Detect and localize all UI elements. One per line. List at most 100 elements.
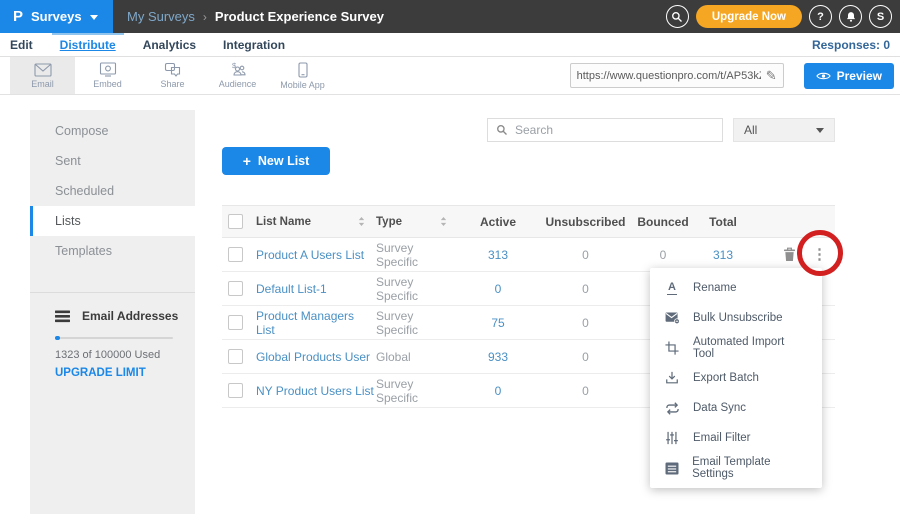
list-filter-dropdown[interactable]: All: [733, 118, 835, 142]
menu-item-automated-import-tool[interactable]: Automated Import Tool: [650, 333, 822, 363]
upgrade-now-button[interactable]: Upgrade Now: [696, 5, 802, 28]
bounced-count[interactable]: 0: [633, 248, 693, 262]
table-row: Product A Users List Survey Specific 313…: [222, 238, 835, 272]
row-actions-kebab-menu[interactable]: ⋮: [812, 247, 827, 262]
unsubscribed-count[interactable]: 0: [538, 384, 633, 398]
usage-text: 1323 of 100000 Used: [55, 349, 179, 361]
unsubscribed-count[interactable]: 0: [538, 282, 633, 296]
embed-monitor-icon: [99, 62, 117, 77]
total-count[interactable]: 313: [693, 248, 753, 262]
share-chat-bubbles-icon: [164, 62, 182, 77]
sort-icon[interactable]: [439, 216, 448, 227]
new-list-button[interactable]: + New List: [222, 147, 330, 175]
toolbar-item-share[interactable]: Share: [140, 57, 205, 94]
tab-edit[interactable]: Edit: [10, 33, 33, 56]
sidebar-item-lists[interactable]: Lists: [30, 206, 195, 236]
filter-selected-value: All: [744, 123, 757, 137]
header-actions: Upgrade Now ? S: [666, 5, 892, 28]
sidebar-item-compose[interactable]: Compose: [30, 116, 195, 146]
surveys-product-menu[interactable]: P Surveys: [0, 0, 113, 33]
edit-url-pencil-icon[interactable]: ✎: [766, 68, 777, 84]
menu-item-data-sync[interactable]: Data Sync: [650, 393, 822, 423]
email-sidebar: Compose Sent Scheduled Lists Templates E…: [30, 110, 195, 514]
list-name-link[interactable]: Product Managers List: [256, 309, 376, 337]
list-search-input[interactable]: [515, 123, 714, 137]
menu-label: Email Template Settings: [692, 456, 808, 480]
help-icon[interactable]: ?: [809, 5, 832, 28]
eye-icon: [816, 71, 831, 81]
product-menu-label: Surveys: [31, 9, 82, 24]
menu-item-email-template-settings[interactable]: Email Template Settings: [650, 453, 822, 483]
unsubscribed-count[interactable]: 0: [538, 350, 633, 364]
list-name-link[interactable]: Product A Users List: [256, 248, 376, 262]
column-bounced: Bounced: [633, 215, 693, 229]
toolbar-label-email: Email: [31, 79, 54, 89]
menu-label: Data Sync: [693, 402, 746, 414]
responses-count[interactable]: Responses: 0: [812, 38, 890, 52]
list-actions-context-menu: A Rename Bulk Unsubscribe Automated Impo…: [650, 268, 822, 488]
survey-url-input[interactable]: [577, 70, 761, 82]
active-count[interactable]: 75: [458, 316, 538, 330]
tab-distribute[interactable]: Distribute: [60, 33, 116, 56]
chevron-down-icon: [90, 15, 98, 20]
toolbar-item-embed[interactable]: Embed: [75, 57, 140, 94]
toolbar-label-share: Share: [160, 79, 184, 89]
menu-item-bulk-unsubscribe[interactable]: Bulk Unsubscribe: [650, 303, 822, 333]
row-checkbox[interactable]: [228, 281, 243, 296]
sidebar-item-templates[interactable]: Templates: [30, 236, 195, 266]
row-checkbox[interactable]: [228, 247, 243, 262]
active-count[interactable]: 0: [458, 282, 538, 296]
list-type: Survey Specific: [376, 377, 458, 405]
toolbar-label-embed: Embed: [93, 79, 122, 89]
row-checkbox[interactable]: [228, 349, 243, 364]
column-list-name[interactable]: List Name: [256, 216, 376, 228]
breadcrumb-my-surveys[interactable]: My Surveys: [127, 9, 195, 24]
delete-trash-icon[interactable]: [783, 247, 796, 262]
menu-label: Export Batch: [693, 372, 759, 384]
row-checkbox[interactable]: [228, 383, 243, 398]
svg-text:$: $: [232, 62, 237, 70]
row-checkbox[interactable]: [228, 315, 243, 330]
menu-item-rename[interactable]: A Rename: [650, 273, 822, 303]
upgrade-limit-link[interactable]: UPGRADE LIMIT: [55, 367, 179, 379]
menu-item-export-batch[interactable]: Export Batch: [650, 363, 822, 393]
sidebar-item-sent[interactable]: Sent: [30, 146, 195, 176]
toolbar-item-mobile-app[interactable]: Mobile App: [270, 57, 335, 94]
list-name-link[interactable]: Global Products User: [256, 350, 376, 364]
sort-icon[interactable]: [357, 216, 366, 227]
list-name-link[interactable]: NY Product Users List: [256, 384, 376, 398]
survey-url-box: ✎: [570, 63, 784, 88]
table-header-row: List Name Type Active Unsubscribed Bounc…: [222, 205, 835, 238]
export-batch-icon: [664, 371, 680, 385]
select-all-checkbox[interactable]: [228, 214, 243, 229]
data-sync-icon: [664, 402, 680, 415]
toolbar-item-audience[interactable]: $ Audience: [205, 57, 270, 94]
breadcrumb-current-survey: Product Experience Survey: [215, 9, 384, 24]
list-type: Global: [376, 350, 458, 364]
unsubscribed-count[interactable]: 0: [538, 248, 633, 262]
tab-analytics[interactable]: Analytics: [143, 33, 196, 56]
breadcrumb-separator: ›: [203, 10, 207, 24]
tab-integration[interactable]: Integration: [223, 33, 285, 56]
email-filter-sliders-icon: [664, 431, 680, 445]
column-active: Active: [458, 215, 538, 229]
email-addresses-title: Email Addresses: [82, 309, 178, 323]
active-count[interactable]: 0: [458, 384, 538, 398]
preview-button[interactable]: Preview: [804, 63, 894, 89]
list-name-link[interactable]: Default List-1: [256, 282, 376, 296]
toolbar-item-email[interactable]: Email: [10, 57, 75, 94]
unsubscribed-count[interactable]: 0: [538, 316, 633, 330]
plus-icon: +: [243, 153, 251, 169]
questionpro-logo: P: [13, 8, 23, 25]
search-icon[interactable]: [666, 5, 689, 28]
list-type: Survey Specific: [376, 275, 458, 303]
menu-item-email-filter[interactable]: Email Filter: [650, 423, 822, 453]
column-total: Total: [693, 215, 753, 229]
avatar[interactable]: S: [869, 5, 892, 28]
distribute-toolbar: Email Embed Share $ Audience Mobile App: [0, 57, 900, 95]
column-type[interactable]: Type: [376, 216, 458, 228]
active-count[interactable]: 313: [458, 248, 538, 262]
sidebar-item-scheduled[interactable]: Scheduled: [30, 176, 195, 206]
notifications-bell-icon[interactable]: [839, 5, 862, 28]
active-count[interactable]: 933: [458, 350, 538, 364]
